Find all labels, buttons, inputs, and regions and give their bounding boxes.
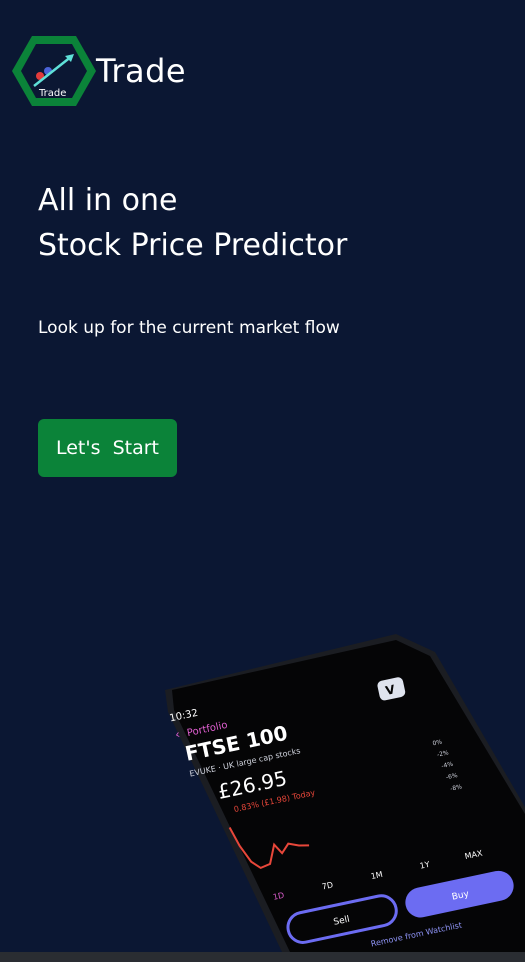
header: Trade Trade <box>10 34 186 108</box>
bottom-bar <box>0 952 525 962</box>
hero-title-line-1: All in one <box>38 183 178 218</box>
hero-title: All in one Stock Price Predictor <box>38 178 347 268</box>
smartphone-illustration: 10:32 Portfolio ‹ FTSE 100 EVUKE · UK la… <box>165 634 525 952</box>
hero-subtitle: Look up for the current market flow <box>38 318 340 338</box>
phone-image: 10:32 Portfolio ‹ FTSE 100 EVUKE · UK la… <box>160 632 525 952</box>
lets-start-button[interactable]: Let's Start <box>38 419 177 477</box>
app-logo[interactable]: Trade <box>10 34 98 108</box>
hero-title-line-2: Stock Price Predictor <box>38 228 348 263</box>
logo-caption: Trade <box>39 88 67 99</box>
brand-name: Trade <box>96 52 187 90</box>
